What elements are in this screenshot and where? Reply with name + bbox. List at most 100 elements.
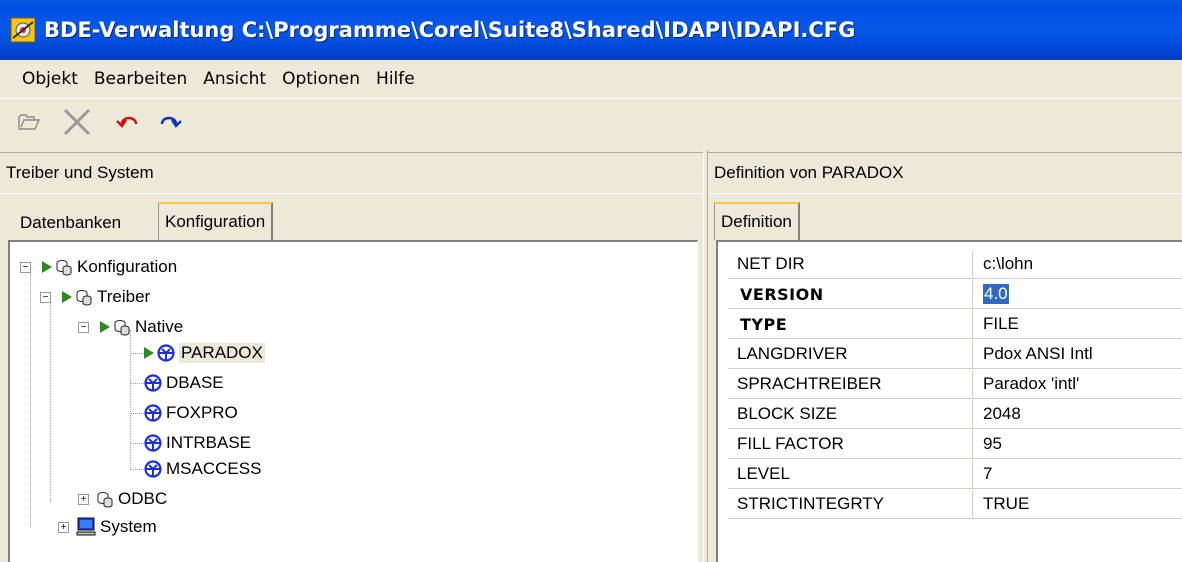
grid-row-strictintegrty[interactable]: STRICTINTEGRTY TRUE xyxy=(728,490,1182,519)
toolbar xyxy=(0,98,1182,150)
tab-konfiguration[interactable]: Konfiguration xyxy=(158,202,274,240)
tree-label: FOXPRO xyxy=(166,403,238,422)
grid-value[interactable]: 4.0 xyxy=(973,280,1009,308)
grid-key: STRICTINTEGRTY xyxy=(728,490,973,518)
collapse-icon[interactable]: − xyxy=(40,292,51,303)
database-icon xyxy=(56,260,72,276)
tree-node-dbase[interactable]: DBASE xyxy=(144,370,224,396)
redo-button[interactable] xyxy=(156,109,182,141)
delete-button[interactable] xyxy=(62,107,92,142)
grid-value[interactable]: FILE xyxy=(973,310,1019,338)
grid-value[interactable]: 2048 xyxy=(973,400,1021,428)
left-pane-header: Treiber und System xyxy=(0,152,703,194)
tree-node-treiber[interactable]: − Treiber xyxy=(36,284,150,310)
grid-row-type[interactable]: TYPE FILE xyxy=(728,310,1182,339)
computer-icon xyxy=(76,517,96,536)
menu-bearbeiten[interactable]: Bearbeiten xyxy=(86,69,195,89)
grid-row-sprachtreiber[interactable]: SPRACHTREIBER Paradox 'intl' xyxy=(728,370,1182,399)
tab-datenbanken-label: Datenbanken xyxy=(20,213,122,232)
grid-row-block-size[interactable]: BLOCK SIZE 2048 xyxy=(728,400,1182,429)
undo-icon xyxy=(116,112,142,137)
right-pane-title: Definition von PARADOX xyxy=(714,163,904,182)
tree-label: ODBC xyxy=(118,489,168,508)
tree-line xyxy=(50,298,51,502)
menu-hilfe[interactable]: Hilfe xyxy=(368,69,423,89)
undo-button[interactable] xyxy=(116,109,142,141)
tree-label: INTRBASE xyxy=(166,433,252,452)
tree-label: DBASE xyxy=(166,373,224,392)
open-arrow-icon xyxy=(100,321,110,333)
grid-key: TYPE xyxy=(728,310,973,338)
right-pane-header: Definition von PARADOX xyxy=(708,152,1182,194)
tree-node-foxpro[interactable]: FOXPRO xyxy=(144,400,238,426)
grid-key: SPRACHTREIBER xyxy=(728,370,973,398)
tab-definition-label: Definition xyxy=(721,212,792,231)
grid-value[interactable]: TRUE xyxy=(973,490,1029,518)
menu-optionen[interactable]: Optionen xyxy=(274,69,368,89)
driver-icon xyxy=(144,374,162,392)
tree-label: Konfiguration xyxy=(77,257,178,276)
database-icon xyxy=(97,492,113,508)
open-arrow-icon xyxy=(42,261,52,273)
grid-row-net-dir[interactable]: NET DIR c:\lohn xyxy=(728,250,1182,279)
grid-row-version[interactable]: VERSION 4.0 xyxy=(728,280,1182,309)
tree-line xyxy=(130,469,144,470)
definition-grid: NET DIR c:\lohn VERSION 4.0 TYPE FILE LA… xyxy=(716,240,1182,562)
tree-node-system[interactable]: + System xyxy=(56,514,157,540)
open-arrow-icon xyxy=(144,347,154,359)
tree-line xyxy=(130,383,144,384)
driver-icon xyxy=(144,460,162,478)
tree-node-paradox[interactable]: PARADOX xyxy=(144,340,265,366)
delete-x-icon xyxy=(62,107,92,142)
grid-value[interactable]: Pdox ANSI Intl xyxy=(973,340,1093,368)
grid-key: NET DIR xyxy=(728,250,973,278)
tree-node-konfiguration[interactable]: − Konfiguration xyxy=(16,254,177,280)
collapse-icon[interactable]: − xyxy=(20,262,31,273)
menu-objekt[interactable]: Objekt xyxy=(10,69,86,89)
collapse-icon[interactable]: − xyxy=(78,322,89,333)
grid-value[interactable]: c:\lohn xyxy=(973,250,1033,278)
tree-node-odbc[interactable]: + ODBC xyxy=(74,486,167,512)
grid-key: BLOCK SIZE xyxy=(728,400,973,428)
left-pane-title: Treiber und System xyxy=(6,163,154,182)
tab-konfiguration-label: Konfiguration xyxy=(165,212,266,231)
tree-line xyxy=(130,353,144,354)
tree-node-native[interactable]: − Native xyxy=(74,314,183,340)
tree-label: Native xyxy=(135,317,184,336)
tree-line xyxy=(130,413,144,414)
grid-value[interactable]: 7 xyxy=(973,460,992,488)
grid-key: VERSION xyxy=(728,280,973,308)
expand-icon[interactable]: + xyxy=(78,494,89,505)
grid-row-fill-factor[interactable]: FILL FACTOR 95 xyxy=(728,430,1182,459)
window-title: BDE-Verwaltung C:\Programme\Corel\Suite8… xyxy=(44,18,856,42)
driver-icon xyxy=(157,344,175,362)
config-tree[interactable]: − Konfiguration − Treiber − Native PARAD… xyxy=(8,240,698,562)
tab-datenbanken[interactable]: Datenbanken xyxy=(14,206,127,240)
selected-value-text[interactable]: 4.0 xyxy=(983,284,1009,304)
tree-node-msaccess[interactable]: MSACCESS xyxy=(144,456,261,482)
tab-definition[interactable]: Definition xyxy=(714,202,800,240)
grid-key: LEVEL xyxy=(728,460,973,488)
driver-icon xyxy=(144,434,162,452)
tree-node-intrbase[interactable]: INTRBASE xyxy=(144,430,251,456)
right-tabbar: Definition xyxy=(708,202,1182,240)
grid-key: FILL FACTOR xyxy=(728,430,973,458)
tree-label: MSACCESS xyxy=(166,459,262,478)
menu-bar: Objekt Bearbeiten Ansicht Optionen Hilfe xyxy=(0,60,1182,98)
grid-value[interactable]: Paradox 'intl' xyxy=(973,370,1079,398)
grid-row-level[interactable]: LEVEL 7 xyxy=(728,460,1182,489)
expand-icon[interactable]: + xyxy=(58,522,69,533)
grid-key: LANGDRIVER xyxy=(728,340,973,368)
database-icon xyxy=(76,290,92,306)
menu-ansicht[interactable]: Ansicht xyxy=(195,69,274,89)
title-bar[interactable]: BDE-Verwaltung C:\Programme\Corel\Suite8… xyxy=(0,0,1182,60)
tree-label: PARADOX xyxy=(179,343,265,363)
grid-row-langdriver[interactable]: LANGDRIVER Pdox ANSI Intl xyxy=(728,340,1182,369)
open-button[interactable] xyxy=(18,109,41,141)
grid-value[interactable]: 95 xyxy=(973,430,1002,458)
open-arrow-icon xyxy=(62,291,72,303)
tree-line xyxy=(30,268,31,528)
bde-app-icon xyxy=(10,17,36,43)
database-icon xyxy=(114,320,130,336)
open-folder-icon xyxy=(18,113,41,136)
